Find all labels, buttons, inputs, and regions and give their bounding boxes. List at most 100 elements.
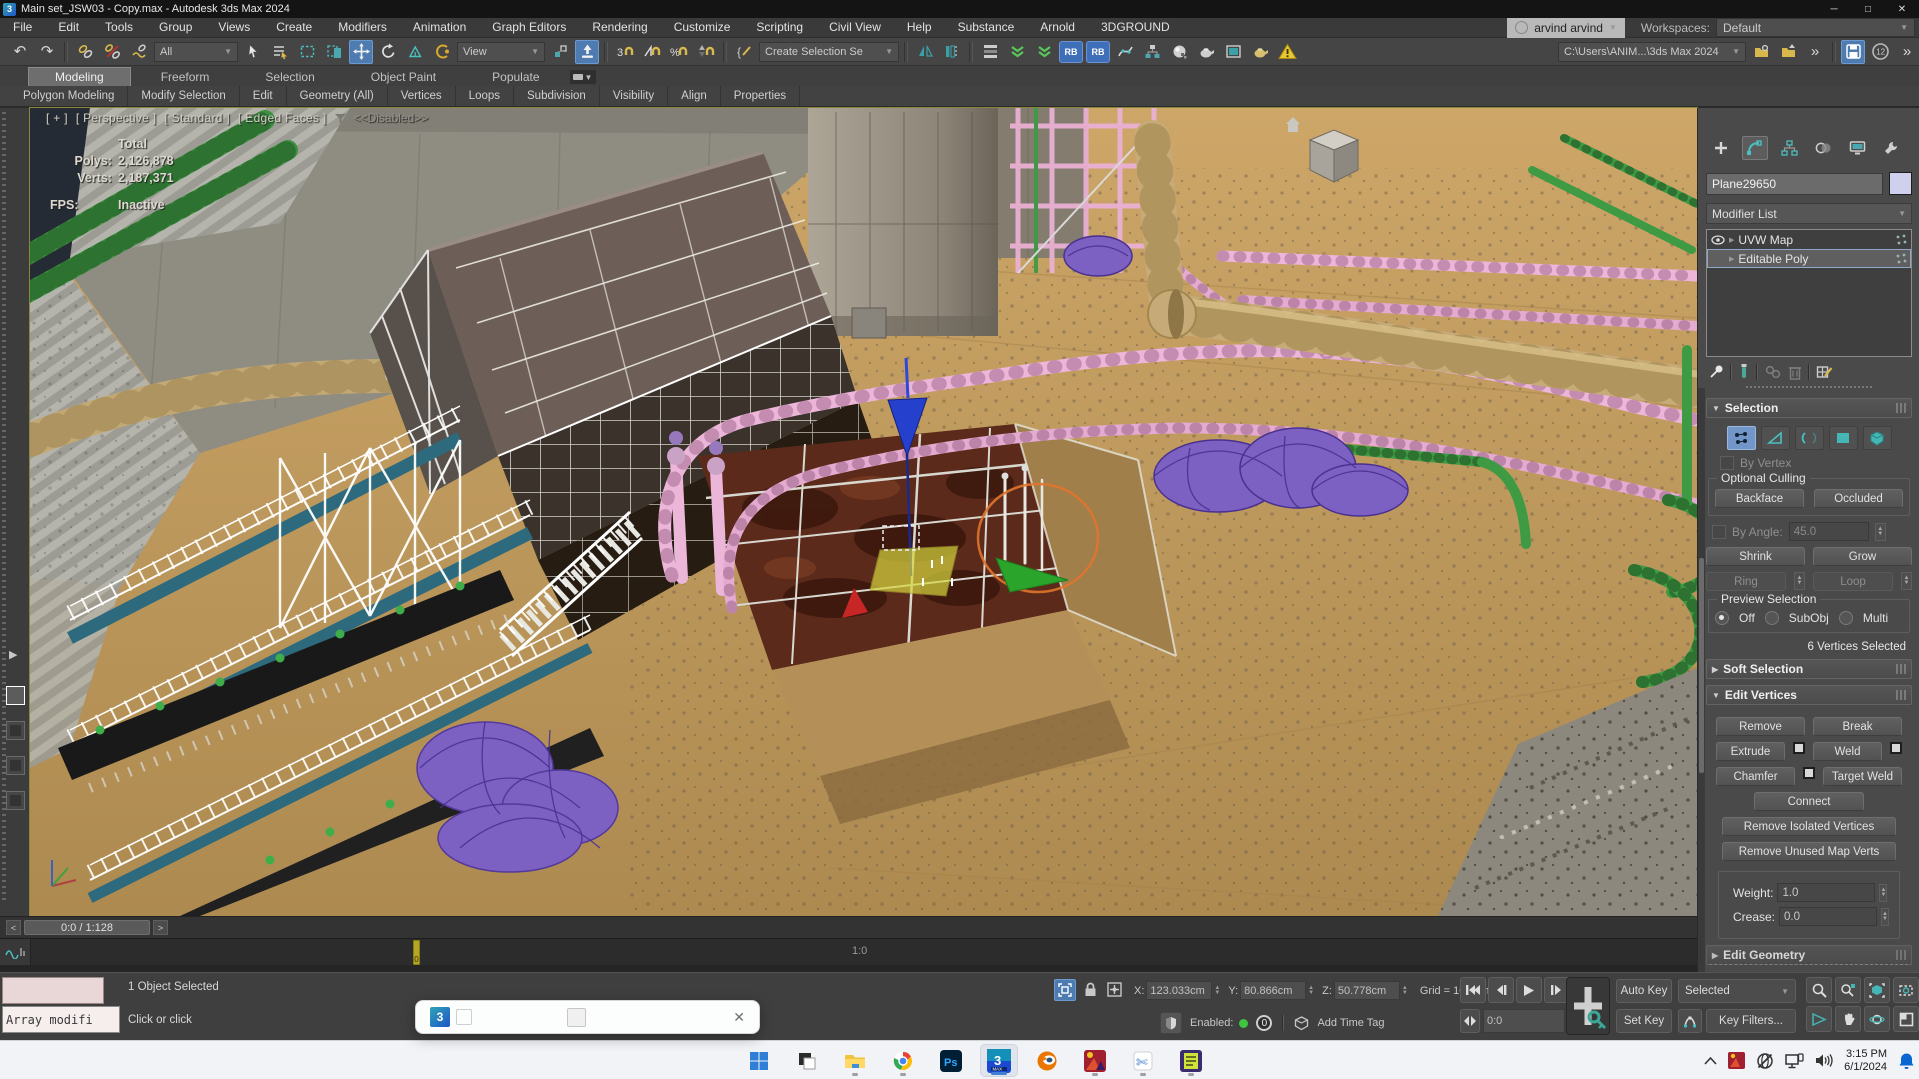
object-name-field[interactable] (1706, 173, 1883, 195)
menu-scripting[interactable]: Scripting (743, 18, 816, 37)
viewport-layout-tab-2[interactable] (6, 721, 25, 740)
remove-unused-map-verts-button[interactable]: Remove Unused Map Verts (1722, 842, 1896, 861)
viewport-layout-tab-4[interactable] (6, 791, 25, 810)
x-coordinate-field[interactable] (1146, 981, 1212, 1000)
remove-button[interactable]: Remove (1716, 717, 1805, 736)
close-preview-icon[interactable]: ✕ (733, 1009, 745, 1026)
photoshop-icon[interactable]: Ps (932, 1044, 970, 1077)
ribbon-tab-object-paint[interactable]: Object Paint (345, 68, 462, 86)
percent-snap-toggle[interactable]: % (667, 40, 691, 64)
preview-off-radio[interactable] (1715, 611, 1729, 625)
next-frame-button[interactable]: > (153, 920, 168, 935)
viewport-menu-shading[interactable]: [ Standard ] (164, 111, 230, 125)
ribbon-panel-subdivision[interactable]: Subdivision (514, 86, 600, 106)
viewport-layout-tab-1[interactable] (6, 686, 25, 705)
render-setup-button[interactable] (1194, 40, 1218, 64)
track-bar[interactable]: 0 1:0 (0, 938, 1697, 972)
maxscript-listener-line[interactable]: Array modifi (2, 1006, 120, 1033)
zoom-all-button[interactable] (1835, 977, 1861, 1003)
stack-item-uvw-map[interactable]: ▶ UVW Map (1707, 230, 1911, 249)
key-filters-button[interactable]: Key Filters... (1706, 1009, 1796, 1033)
connect-button[interactable]: Connect (1754, 792, 1864, 811)
time-slider-handle[interactable]: 0:0 / 1:128 (24, 920, 150, 935)
by-vertex-checkbox-row[interactable]: By Vertex (1720, 456, 1912, 470)
grow-button[interactable]: Grow (1813, 547, 1912, 566)
unlink-selection-icon[interactable] (100, 40, 124, 64)
weight-spinner[interactable]: ▲▼ (1879, 884, 1887, 902)
arnold-warning-icon[interactable] (1275, 40, 1299, 64)
expand-arrow-icon[interactable]: ▶ (1729, 255, 1734, 263)
expand-arrow-icon[interactable]: ▶ (9, 648, 17, 661)
menu-3dground[interactable]: 3DGROUND (1088, 18, 1183, 37)
maxscript-mini-listener[interactable] (2, 977, 104, 1004)
folder-gear-icon[interactable] (1749, 40, 1773, 64)
select-and-link-icon[interactable] (73, 40, 97, 64)
ribbon-chevron-toggle-2[interactable] (1032, 40, 1056, 64)
3dsmax-taskbar-icon[interactable]: 3MAX (980, 1044, 1018, 1077)
chamfer-settings-box[interactable] (1803, 767, 1815, 779)
device-monitor-icon[interactable] (1785, 1053, 1804, 1069)
select-and-rotate-button[interactable] (376, 40, 400, 64)
filter-icon[interactable] (335, 114, 346, 123)
selection-rollout-header[interactable]: ▼Selection (1706, 398, 1912, 418)
previous-frame-button[interactable]: < (6, 920, 21, 935)
soft-selection-rollout-header[interactable]: ▶Soft Selection (1706, 659, 1912, 679)
viewport-menu-general[interactable]: [ + ] (46, 111, 68, 125)
select-and-manipulate-button[interactable] (430, 40, 454, 64)
motion-tab[interactable] (1810, 136, 1836, 160)
configure-modifier-sets-icon[interactable] (1816, 364, 1833, 380)
show-end-result-icon[interactable] (1738, 363, 1750, 380)
ribbon-panel-edit[interactable]: Edit (240, 86, 287, 106)
orbit-button[interactable] (1864, 1006, 1890, 1032)
ribbon-chevron-toggle-1[interactable] (1005, 40, 1029, 64)
crease-field[interactable] (1779, 907, 1877, 926)
viewport-layout-tab-3[interactable] (6, 756, 25, 775)
menu-tools[interactable]: Tools (92, 18, 146, 37)
hierarchy-tab[interactable] (1776, 136, 1802, 160)
render-batch-button-2[interactable]: RB (1086, 41, 1110, 63)
mirror-button[interactable] (913, 40, 937, 64)
object-color-swatch[interactable] (1889, 172, 1912, 195)
auto-key-button[interactable]: Auto Key (1616, 979, 1672, 1003)
utilities-tab[interactable] (1878, 136, 1904, 160)
selection-lock-toggle[interactable] (1084, 982, 1097, 997)
folder-up-icon[interactable] (1776, 40, 1800, 64)
ribbon-display-toggle[interactable]: ▼ (570, 70, 596, 84)
menu-customize[interactable]: Customize (661, 18, 744, 37)
ring-spinner[interactable]: ▲▼ (1794, 572, 1805, 590)
x-spinner[interactable]: ▲▼ (1214, 986, 1220, 996)
key-filters-icon[interactable] (1678, 1009, 1702, 1033)
ribbon-tab-freeform[interactable]: Freeform (135, 68, 236, 86)
snipping-tool-icon[interactable]: ✄ (1124, 1044, 1162, 1077)
loop-spinner[interactable]: ▲▼ (1901, 572, 1912, 590)
play-button[interactable] (1516, 977, 1542, 1003)
extrude-button[interactable]: Extrude (1716, 742, 1785, 761)
viewport-scene[interactable] (30, 108, 1697, 916)
render-batch-button-1[interactable]: RB (1059, 41, 1083, 63)
select-and-move-button[interactable] (349, 40, 373, 64)
ribbon-tab-selection[interactable]: Selection (239, 68, 340, 86)
minimize-button[interactable]: ─ (1817, 0, 1851, 18)
mini-curve-editor-button[interactable] (0, 939, 31, 965)
menu-edit[interactable]: Edit (45, 18, 92, 37)
chamfer-button[interactable]: Chamfer (1716, 767, 1795, 786)
visibility-eye-icon[interactable] (1711, 235, 1725, 245)
absolute-mode-transform-icon[interactable] (1106, 981, 1123, 998)
select-by-name-button[interactable] (268, 40, 292, 64)
bind-to-space-warp-icon[interactable] (127, 40, 151, 64)
blender-icon[interactable] (1028, 1044, 1066, 1077)
expand-arrow-icon[interactable]: ▶ (1729, 236, 1734, 244)
viewport-menu-pov[interactable]: [ Perspective ] (76, 111, 157, 125)
toggle-scene-explorer-button[interactable] (978, 40, 1002, 64)
edit-named-selection-sets-button[interactable]: { (732, 40, 756, 64)
use-pivot-point-center-button[interactable] (548, 40, 572, 64)
schematic-view-button[interactable] (1140, 40, 1164, 64)
menu-group[interactable]: Group (146, 18, 205, 37)
weight-field[interactable] (1777, 883, 1875, 902)
y-coordinate-field[interactable] (1240, 981, 1306, 1000)
zoom-region-button[interactable] (1893, 977, 1919, 1003)
edit-vertices-rollout-header[interactable]: ▼Edit Vertices (1706, 685, 1912, 705)
z-spinner[interactable]: ▲▼ (1402, 986, 1408, 996)
by-angle-spinner[interactable]: ▲▼ (1875, 523, 1886, 541)
field-of-view-button[interactable] (1806, 1006, 1832, 1032)
